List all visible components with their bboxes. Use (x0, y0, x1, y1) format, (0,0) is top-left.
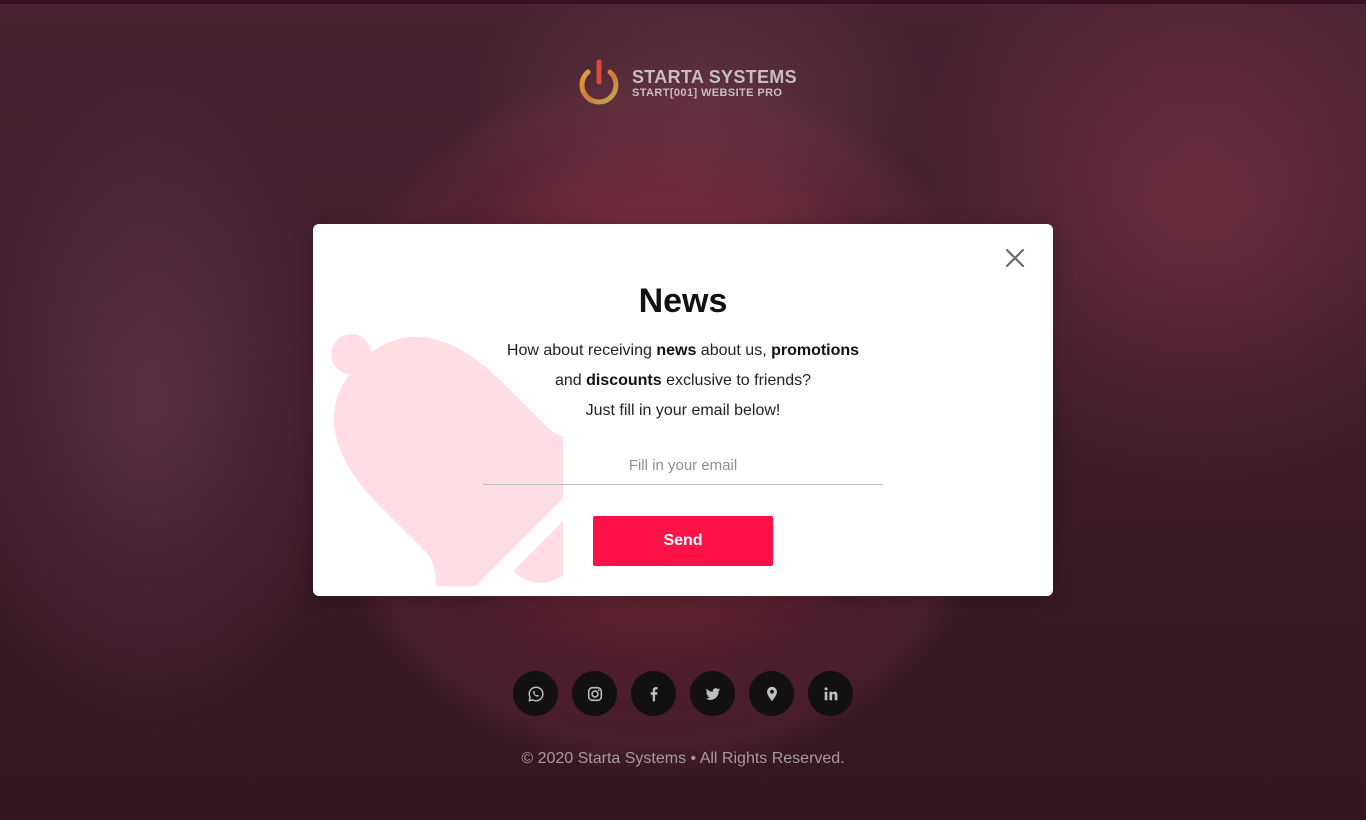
linkedin-icon (824, 686, 837, 700)
logo-tagline: START[001] WEBSITE PRO (632, 87, 783, 99)
newsletter-modal: News How about receiving news about us, … (313, 224, 1053, 596)
description-line-1: How about receiving news about us, promo… (506, 342, 860, 359)
instagram-icon (587, 686, 602, 701)
modal-title: News (638, 282, 728, 320)
twitter-link[interactable] (690, 671, 735, 716)
location-link[interactable] (749, 671, 794, 716)
description-line-2: and discounts exclusive to friends? (554, 372, 812, 389)
social-links (513, 671, 853, 716)
twitter-icon (705, 687, 720, 700)
whatsapp-link[interactable] (513, 671, 558, 716)
linkedin-link[interactable] (808, 671, 853, 716)
facebook-icon (650, 686, 658, 701)
location-icon (766, 686, 777, 701)
description-line-3: Just fill in your email below! (585, 402, 781, 419)
modal-description: How about receiving news about us, promo… (433, 336, 933, 426)
logo-name: STARTA SYSTEMS (632, 67, 797, 87)
logo[interactable]: STARTA SYSTEMS START[001] WEBSITE PRO (576, 58, 797, 108)
power-icon (579, 59, 619, 105)
email-input[interactable] (483, 446, 883, 485)
send-button[interactable]: Send (593, 516, 773, 566)
whatsapp-icon (528, 686, 544, 701)
top-bar (0, 0, 1366, 4)
instagram-link[interactable] (572, 671, 617, 716)
footer-copyright: © 2020 Starta Systems • All Rights Reser… (521, 750, 845, 767)
close-icon[interactable] (1003, 246, 1027, 270)
facebook-link[interactable] (631, 671, 676, 716)
